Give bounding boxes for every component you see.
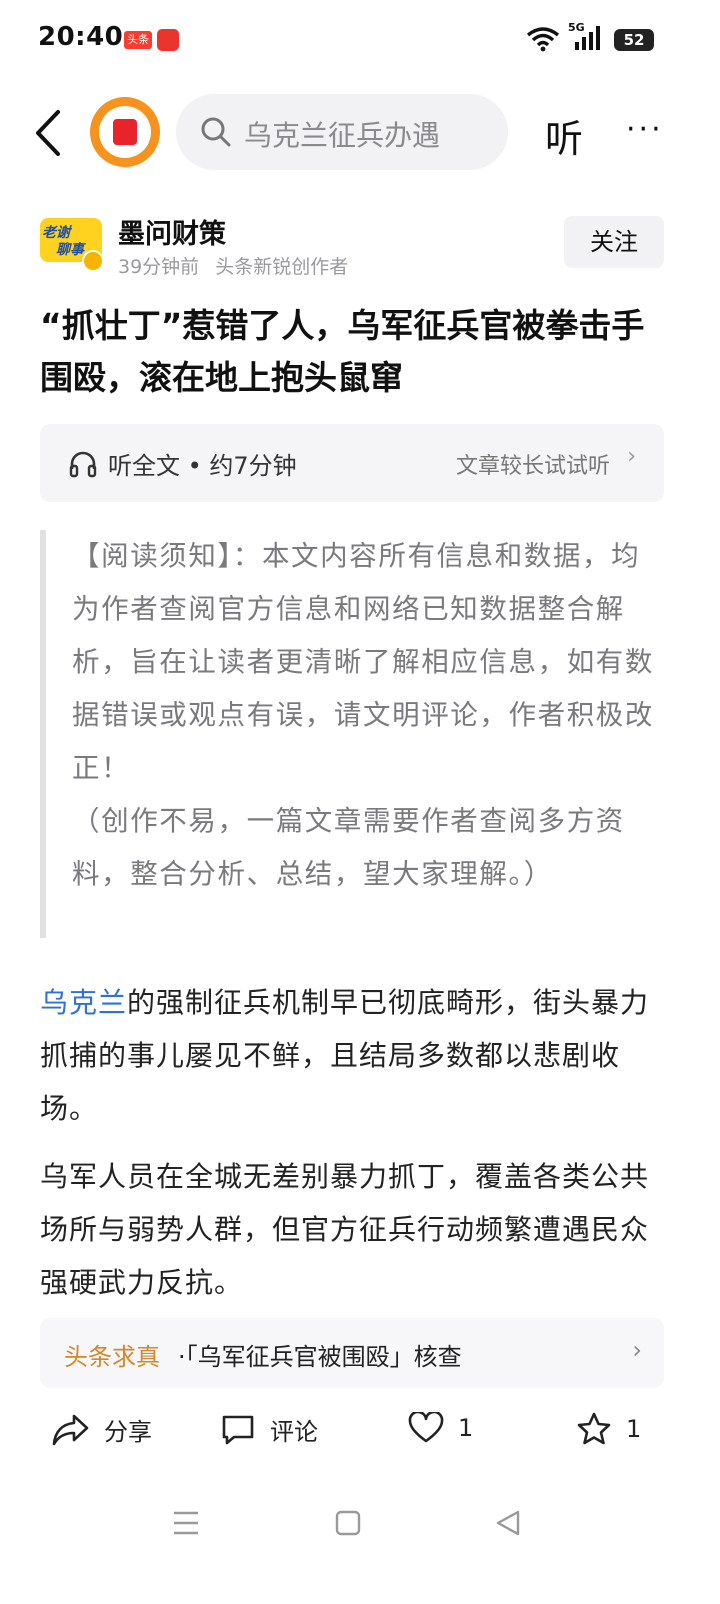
favorite-count: 1: [626, 1415, 642, 1443]
heart-icon: [408, 1412, 444, 1443]
star-icon: [577, 1412, 611, 1445]
search-placeholder: 乌克兰征兵办遇: [244, 119, 441, 152]
like-button[interactable]: 1: [408, 1412, 473, 1444]
article-title: “抓壮丁”惹错了人，乌军征兵官被拳击手围殴，滚在地上抱头鼠窜: [40, 306, 645, 397]
search-icon: [201, 117, 231, 147]
article-paragraph-1: 乌克兰的强制征兵机制早已彻底畸形，街头暴力抓捕的事儿屡见不鲜，且结局多数都以悲剧…: [40, 976, 672, 1135]
home-nav-button[interactable]: [334, 1508, 362, 1542]
wifi-icon: [526, 26, 560, 56]
search-input[interactable]: 乌克兰征兵办遇: [176, 94, 508, 170]
listen-full-article-bar[interactable]: 听全文 • 约7分钟 文章较长试试听 ›: [40, 424, 664, 502]
verified-badge-icon: [82, 250, 104, 272]
share-label: 分享: [104, 1418, 152, 1446]
logo-red-badge: [113, 119, 137, 145]
fact-check-label: 头条求真: [64, 1343, 160, 1371]
network-type-label: 5G: [568, 21, 585, 34]
author-name[interactable]: 墨问财策: [118, 212, 226, 251]
comment-icon: [222, 1415, 254, 1444]
app-logo[interactable]: [90, 97, 160, 167]
avatar-text-bottom: 聊事: [56, 242, 84, 258]
follow-button[interactable]: 关注: [564, 216, 664, 268]
back-button[interactable]: [30, 108, 70, 158]
battery-indicator: 52: [614, 29, 654, 51]
article-paragraph-2: 乌军人员在全城无差别暴力抓丁，覆盖各类公共场所与弱势人群，但官方征兵行动频繁遭遇…: [40, 1160, 650, 1299]
paragraph-1-text: 的强制征兵机制早已彻底畸形，街头暴力抓捕的事儿屡见不鲜，且结局多数都以悲剧收场。: [40, 986, 650, 1125]
chevron-right-icon: ›: [627, 444, 636, 469]
fact-check-text: ·「乌军征兵官被围殴」核查: [178, 1343, 462, 1371]
cellular-signal-icon: 5G: [568, 21, 604, 56]
like-count: 1: [458, 1414, 474, 1442]
more-options-button[interactable]: ···: [626, 112, 664, 147]
back-nav-button[interactable]: [494, 1508, 522, 1542]
author-avatar[interactable]: 老谢 聊事: [40, 218, 104, 272]
comment-button[interactable]: 评论: [220, 1412, 318, 1447]
notice-paragraph-1: 【阅读须知】：本文内容所有信息和数据，均为作者查阅官方信息和网络已知数据整合解析…: [72, 540, 654, 784]
toutiao-notification-icon: 头条: [124, 31, 152, 49]
chevron-right-icon: ›: [632, 1336, 642, 1364]
logo-inner: [99, 106, 151, 158]
share-icon: [52, 1414, 89, 1445]
publish-time: 39分钟前: [118, 256, 200, 278]
listen-button[interactable]: 听: [545, 108, 583, 163]
square-icon: [335, 1510, 361, 1536]
favorite-button[interactable]: 1: [576, 1412, 641, 1446]
author-meta: 39分钟前 头条新锐创作者: [118, 252, 348, 279]
headphones-icon: [69, 451, 97, 478]
listen-full-label: 听全文 • 约7分钟: [108, 452, 297, 480]
notice-paragraph-2: （创作不易，一篇文章需要作者查阅多方资料，整合分析、总结，望大家理解。）: [72, 805, 625, 890]
reading-notice-block: 【阅读须知】：本文内容所有信息和数据，均为作者查阅官方信息和网络已知数据整合解析…: [40, 530, 672, 938]
share-button[interactable]: 分享: [52, 1412, 152, 1447]
fact-check-card[interactable]: 头条求真 ·「乌军征兵官被围殴」核查 ›: [40, 1318, 664, 1388]
triangle-back-icon: [496, 1510, 520, 1536]
chevron-left-icon: [36, 110, 60, 156]
status-time: 20:40: [38, 22, 124, 52]
menu-icon: [174, 1511, 198, 1535]
author-role: 头条新锐创作者: [215, 256, 349, 278]
menu-nav-button[interactable]: [172, 1508, 200, 1542]
listen-suggestion: 文章较长试试听: [455, 454, 610, 479]
app-notification-icon: [157, 29, 179, 51]
ukraine-link[interactable]: 乌克兰: [40, 986, 127, 1019]
comment-label: 评论: [270, 1418, 318, 1446]
